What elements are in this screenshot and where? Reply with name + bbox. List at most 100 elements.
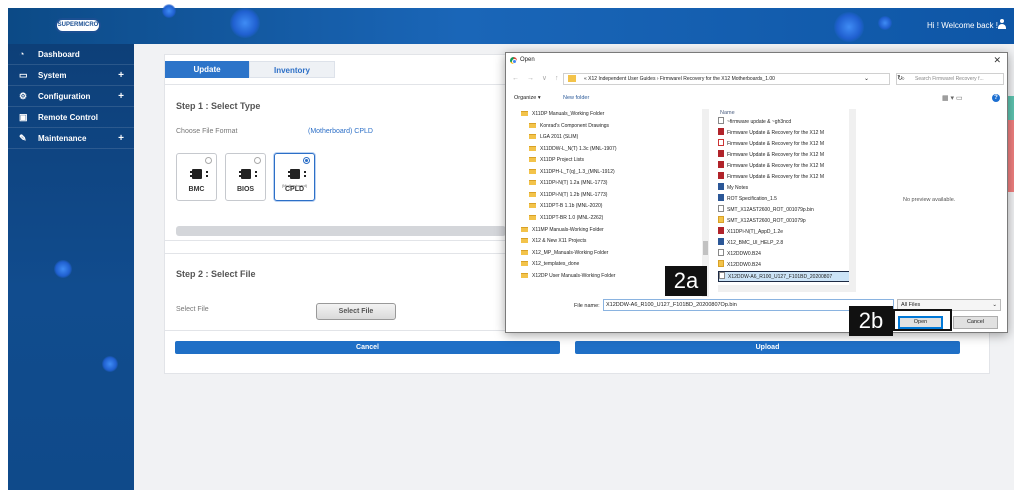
folder-icon <box>568 75 576 82</box>
format-card-bmc[interactable]: BMC <box>176 153 217 201</box>
cancel-button[interactable]: Cancel <box>175 341 560 354</box>
tree-item[interactable]: X12_templates_done <box>521 259 579 270</box>
tree-item[interactable]: Konrad's Component Drawings <box>529 121 609 132</box>
tree-item-label: X12 & New X11 Projects <box>532 238 587 244</box>
dashboard-icon: ◔ <box>19 49 25 59</box>
folder-icon <box>529 134 536 139</box>
tree-item[interactable]: X11DPi-N(T) 1.2a (MNL-1773) <box>529 178 607 189</box>
dialog-cancel-button[interactable]: Cancel <box>953 316 998 329</box>
new-folder-button[interactable]: New folder <box>563 95 589 101</box>
select-file-label: Select File <box>176 306 209 313</box>
word-icon <box>718 194 724 201</box>
tree-item[interactable]: X11DPi-N(T) 1.2b (MNL-1773) <box>529 190 607 201</box>
file-list-scrollbar[interactable] <box>849 109 856 285</box>
expand-icon: + <box>118 70 124 81</box>
tree-item[interactable]: LGA 2011 (SLIM) <box>529 132 578 143</box>
tree-item[interactable]: X11DP Manuals_Working Folder <box>521 109 604 120</box>
radio-button[interactable] <box>303 157 310 164</box>
tree-item-label: X11DP Project Lists <box>540 157 585 163</box>
help-icon[interactable]: ? <box>992 94 1000 102</box>
view-options-icon[interactable]: ▦ ▾ ▭ <box>942 94 963 102</box>
file-item[interactable]: X11DPi-N(T)_AppD_1.2e <box>718 227 783 238</box>
side-indicator-strip <box>1008 96 1014 192</box>
nav-arrows[interactable]: ← → ∨ ↑ <box>512 74 561 82</box>
step2-title: Step 2 : Select File <box>176 269 256 279</box>
file-item-label: SMT_X12AST2600_ROT_001079p.bin <box>727 207 814 213</box>
file-item-label: ~firmware update & ~gh3ncd <box>727 119 792 125</box>
file-item[interactable]: Firmware Update & Recovery for the X12 M <box>718 150 824 161</box>
sidebar-item-configuration[interactable]: ⚙ Configuration + <box>8 87 134 107</box>
format-card-cpld[interactable]: (Motherboard) CPLD <box>274 153 315 201</box>
tree-item[interactable]: X11MP Manuals-Working Folder <box>521 225 604 236</box>
tree-item-label: X11DP Manuals_Working Folder <box>532 111 605 117</box>
search-input[interactable]: ⌕ Search Firmwarel Recovery f... <box>896 73 1004 85</box>
file-item[interactable]: SMT_X12AST2600_ROT_001079p <box>718 216 806 227</box>
file-item[interactable]: X12_BMC_UI_HELP_2.8 <box>718 238 783 249</box>
file-type-filter-value: All Files <box>901 302 921 308</box>
file-item[interactable]: My Notes <box>718 183 748 194</box>
folder-icon <box>521 227 528 232</box>
sidebar-item-maintenance[interactable]: ✎ Maintenance + <box>8 129 134 149</box>
radio-button[interactable] <box>254 157 261 164</box>
open-button-highlight <box>893 309 952 331</box>
tree-item[interactable]: X11DP Project Lists <box>529 155 584 166</box>
file-item[interactable]: Firmware Update & Recovery for the X12 M <box>718 172 824 183</box>
file-icon <box>719 272 725 279</box>
file-list-hscrollbar[interactable] <box>718 285 856 292</box>
selected-format-value: (Motherboard) CPLD <box>308 128 373 135</box>
sidebar-item-label: Remote Control <box>38 113 98 122</box>
tree-item-label: X11DPi-N(T) 1.2a (MNL-1773) <box>540 180 608 186</box>
file-item-label: X12DDW-A6_R100_U127_F101BD_20200807 <box>728 274 833 280</box>
file-item[interactable]: ~firmware update & ~gh3ncd <box>718 117 791 128</box>
sidebar-item-system[interactable]: ▭ System + <box>8 66 134 86</box>
sidebar-item-label: Dashboard <box>38 50 80 59</box>
tree-item[interactable]: X11DPT-BR 1.0 (MNL-2262) <box>529 213 603 224</box>
user-icon[interactable] <box>998 19 1006 30</box>
file-item[interactable]: SMT_X12AST2600_ROT_001079p.bin <box>718 205 814 216</box>
top-bar: SUPERMICRO Hi ! Welcome back ! <box>8 4 1014 44</box>
file-item[interactable]: X12DDW0.B24 <box>718 260 761 271</box>
sidebar-item-label: System <box>38 71 67 80</box>
tree-item-label: X11DPH-L_T(q)_1.3_(MNL-1912) <box>540 169 615 175</box>
decorative-glow <box>102 356 118 372</box>
chevron-down-icon[interactable]: ⌄ <box>864 75 869 82</box>
upload-button[interactable]: Upload <box>575 341 960 354</box>
sidebar-item-dashboard[interactable]: ◔ Dashboard <box>8 45 134 65</box>
tree-item[interactable]: X11DPT-B 1.1b (MNL-2020) <box>529 201 602 212</box>
file-item[interactable]: X12DDW0.B24 <box>718 249 761 260</box>
sidebar-item-remote-control[interactable]: ▣ Remote Control <box>8 108 134 128</box>
address-bar[interactable]: « X12 Independent User Guides › Firmware… <box>563 73 903 85</box>
pdf-icon <box>718 139 724 146</box>
tab-inventory[interactable]: Inventory <box>249 61 335 78</box>
file-item[interactable]: ROT Specification_1.5 <box>718 194 777 205</box>
callout-2b: 2b <box>849 306 893 336</box>
address-path: « X12 Independent User Guides › Firmware… <box>584 76 775 82</box>
file-item[interactable]: Firmware Update & Recovery for the X12 M <box>718 128 824 139</box>
tree-item[interactable]: X12 & New X11 Projects <box>521 236 586 247</box>
tree-item[interactable]: X12DP User Manuals-Working Folder <box>521 271 615 282</box>
radio-button[interactable] <box>205 157 212 164</box>
folder-icon <box>521 273 528 278</box>
file-item[interactable]: Firmware Update & Recovery for the X12 M <box>718 139 824 150</box>
tree-item[interactable]: X11DDW-L_N(T) 1.3c (MNL-1907) <box>529 144 617 155</box>
step1-title: Step 1 : Select Type <box>176 101 261 111</box>
organize-button[interactable]: Organize ▾ <box>514 95 541 101</box>
files-column-header[interactable]: Name <box>720 110 735 116</box>
format-card-bios[interactable]: BIOS <box>225 153 266 201</box>
decorative-glow <box>162 4 176 18</box>
file-item-label: SMT_X12AST2600_ROT_001079p <box>727 218 806 224</box>
search-icon: ⌕ <box>902 76 905 82</box>
open-file-dialog: Open ✕ ← → ∨ ↑ « X12 Independent User Gu… <box>505 52 1008 333</box>
file-item-label: X12_BMC_UI_HELP_2.8 <box>727 240 784 246</box>
tab-update[interactable]: Update <box>165 61 249 78</box>
file-item[interactable]: Firmware Update & Recovery for the X12 M <box>718 161 824 172</box>
file-item-selected[interactable]: X12DDW-A6_R100_U127_F101BD_20200807 <box>718 271 854 282</box>
select-file-button[interactable]: Select File <box>316 303 396 320</box>
close-icon[interactable]: ✕ <box>993 55 1001 66</box>
sidebar-item-label: Maintenance <box>38 134 87 143</box>
scrollbar-thumb[interactable] <box>703 241 708 255</box>
tree-item[interactable]: X11DPH-L_T(q)_1.3_(MNL-1912) <box>529 167 615 178</box>
file-item-label: ROT Specification_1.5 <box>727 196 777 202</box>
tree-item[interactable]: X12_MP_Manuals-Working Folder <box>521 248 608 259</box>
progress-bar <box>176 226 506 236</box>
